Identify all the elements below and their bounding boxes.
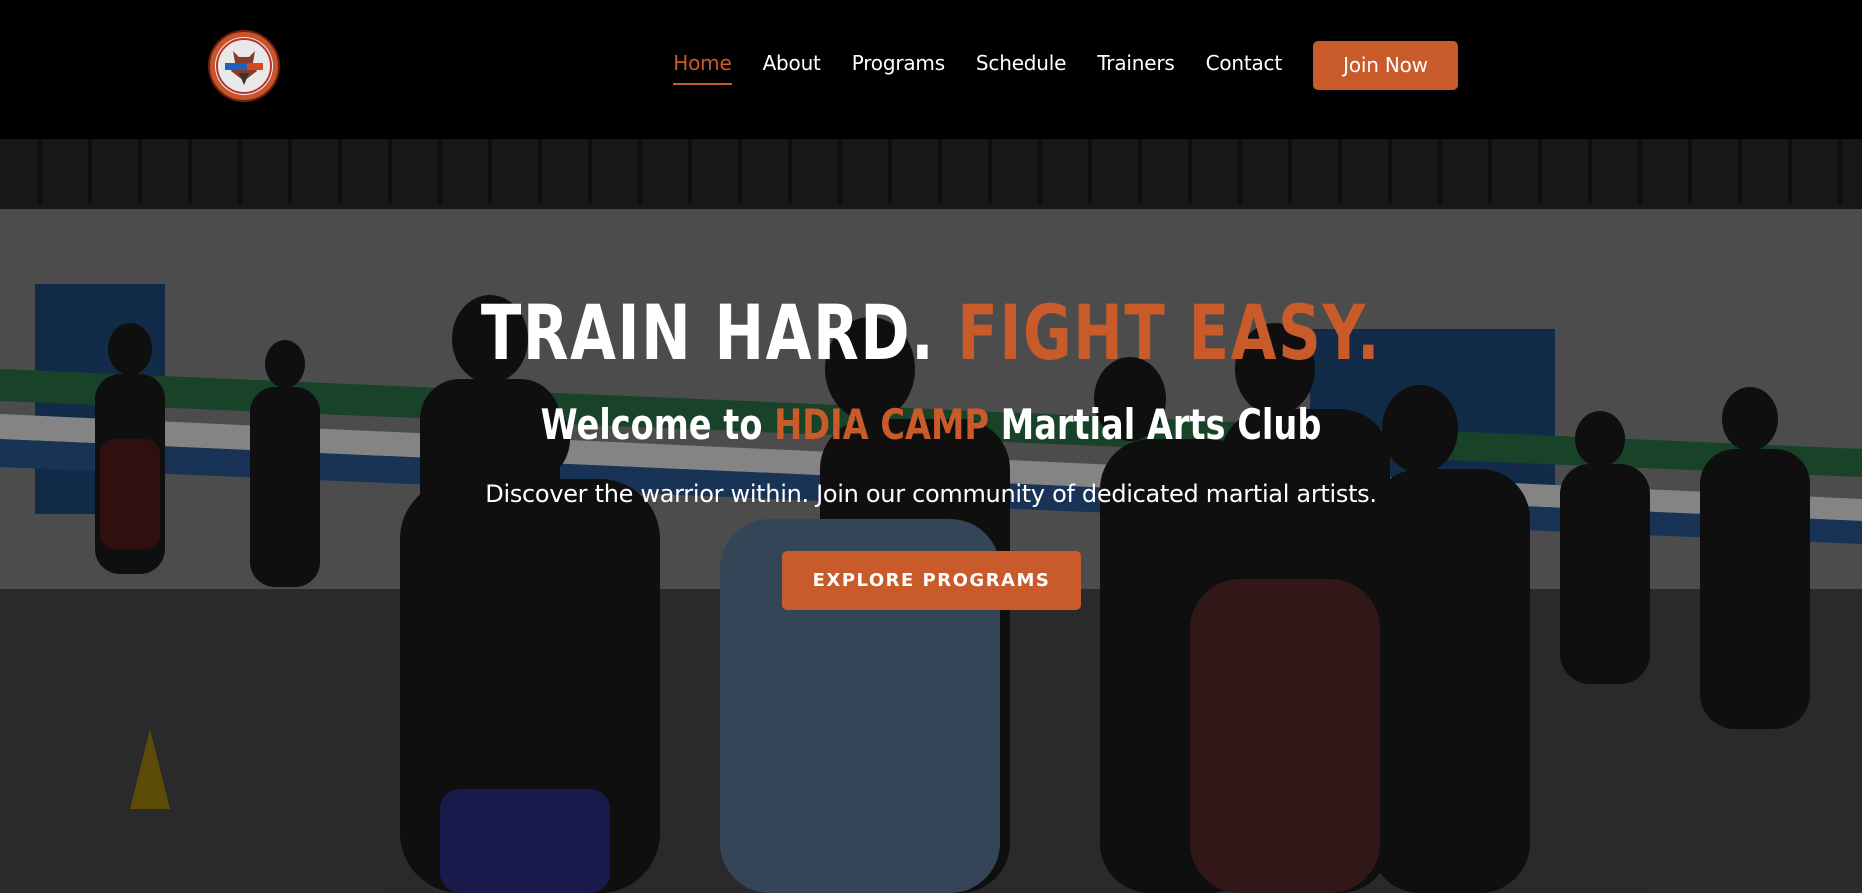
nav-home-link[interactable]: Home — [673, 51, 732, 85]
nav-about-link[interactable]: About — [763, 51, 821, 79]
hero-subtitle: Welcome to HDIA CAMP Martial Arts Club — [186, 404, 1676, 446]
club-logo[interactable] — [208, 30, 280, 102]
nav-trainers-link[interactable]: Trainers — [1097, 51, 1175, 79]
subtitle-suffix: Martial Arts Club — [1000, 400, 1322, 449]
hero-tagline: Discover the warrior within. Join our co… — [485, 480, 1377, 508]
hero-content: TRAIN HARD. FIGHT EASY. Welcome to HDIA … — [0, 139, 1862, 893]
explore-programs-button[interactable]: EXPLORE PROGRAMS — [782, 551, 1081, 610]
nav-contact-link[interactable]: Contact — [1206, 51, 1283, 79]
hero-title-part2: FIGHT EASY. — [957, 288, 1382, 377]
nav-programs-link[interactable]: Programs — [852, 51, 945, 79]
subtitle-prefix: Welcome to — [540, 400, 763, 449]
join-now-button[interactable]: Join Now — [1313, 40, 1458, 90]
nav-schedule-link[interactable]: Schedule — [976, 51, 1067, 79]
hero-section: TRAIN HARD. FIGHT EASY. Welcome to HDIA … — [0, 139, 1862, 893]
subtitle-brand: HDIA CAMP — [774, 400, 990, 449]
logo-emblem-icon — [215, 37, 273, 95]
main-nav: Home About Programs Schedule Trainers Co… — [673, 40, 1458, 90]
hero-title-part1: TRAIN HARD. — [480, 288, 936, 377]
hero-title: TRAIN HARD. FIGHT EASY. — [205, 295, 1657, 371]
site-header: Home About Programs Schedule Trainers Co… — [0, 0, 1862, 139]
